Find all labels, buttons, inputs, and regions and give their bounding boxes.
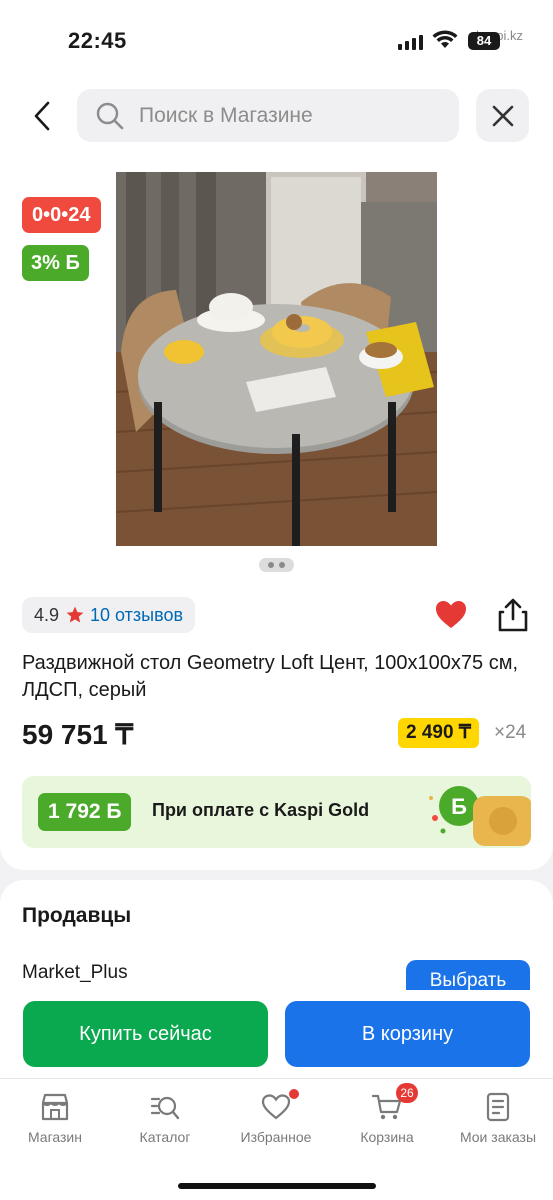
tab-favorites[interactable]: Избранное [221,1089,331,1145]
star-icon [66,606,84,623]
kaspi-gold-card-icon: Б [429,786,531,846]
store-icon [41,1093,69,1121]
tab-label: Мои заказы [459,1129,537,1145]
product-card: 0•0•24 3% Б 4.9 10 отзывов Раздвижной ст… [0,160,553,870]
add-to-cart-button[interactable]: В корзину [285,1001,530,1067]
notification-dot [289,1089,299,1099]
svg-text:Б: Б [451,794,467,819]
action-bar: Купить сейчас В корзину [0,990,553,1078]
battery-icon: 84 [468,32,500,50]
close-button[interactable] [476,89,529,142]
signal-icon [398,34,424,50]
close-icon [492,105,513,126]
tab-label: Корзина [360,1129,414,1145]
heart-icon [261,1094,291,1120]
kaspi-gold-bonus: 1 792 Б [38,793,132,831]
tab-cart[interactable]: 26 Корзина [332,1083,442,1145]
tab-label: Каталог [139,1129,191,1145]
catalog-icon [150,1096,180,1120]
status-bar: 22:45 kaspi.kz 84 [0,0,553,80]
tab-label: Избранное [240,1129,312,1145]
installment-months: ×24 [494,722,527,743]
heart-icon[interactable] [434,598,468,632]
timer-badge: 0•0•24 [22,197,101,233]
seller-name[interactable]: Market_Plus [22,962,128,984]
rating-pill[interactable]: 4.9 10 отзывов [22,597,196,633]
home-indicator[interactable] [178,1183,376,1189]
orders-icon [486,1092,510,1122]
image-pagination[interactable] [259,558,294,572]
rating-value: 4.9 [34,604,60,625]
chevron-left-icon [34,101,50,131]
cart-count-badge: 26 [396,1083,418,1103]
pagination-dot [279,562,285,568]
search-placeholder: Поиск в Магазине [139,103,313,127]
price: 59 751 ₸ [22,719,134,750]
search-input[interactable]: Поиск в Магазине [77,89,459,142]
tab-orders[interactable]: Мои заказы [443,1091,553,1145]
tab-bar: Магазин Каталог Избранное 26 Корзина Мои… [0,1078,553,1200]
status-time: 22:45 [68,28,127,53]
tab-store[interactable]: Магазин [0,1091,110,1145]
search-header: Поиск в Магазине [0,80,553,160]
reviews-link[interactable]: 10 отзывов [90,605,183,626]
product-title: Раздвижной стол Geometry Loft Цент, 100x… [22,652,519,701]
wifi-icon [432,30,458,48]
tab-catalog[interactable]: Каталог [110,1091,220,1145]
kaspi-gold-text: При оплате с Kaspi Gold [152,800,370,820]
pagination-dot [268,562,274,568]
buy-now-button[interactable]: Купить сейчас [23,1001,268,1067]
sellers-title: Продавцы [22,904,132,927]
tab-label: Магазин [27,1129,82,1145]
share-icon[interactable] [496,597,530,633]
installment-badge[interactable]: 2 490 ₸ [398,718,479,748]
kaspi-gold-banner[interactable]: 1 792 Б При оплате с Kaspi Gold Б [22,776,531,848]
back-button[interactable] [22,94,62,138]
search-icon [96,102,124,129]
product-image[interactable] [116,172,437,546]
bonus-badge: 3% Б [22,245,89,281]
